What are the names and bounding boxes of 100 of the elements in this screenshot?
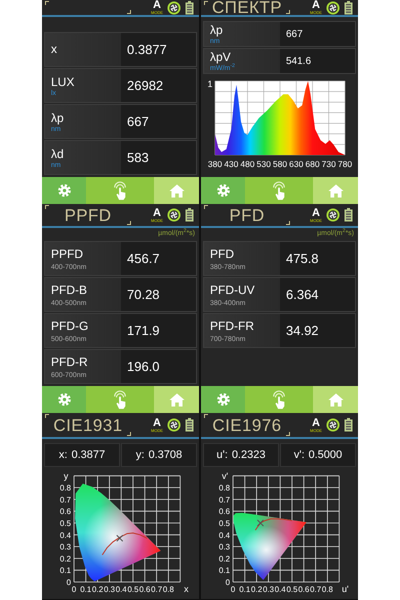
reading-label: LUX — [51, 74, 76, 90]
axis-tick-label: 0.6 — [60, 507, 71, 516]
reading-value: 667 — [127, 112, 149, 131]
axis-tick-label: 0.8 — [162, 585, 174, 594]
coordinate-label: v': — [294, 448, 304, 463]
axis-tick-label: 0.8 — [218, 484, 230, 493]
touch-button[interactable] — [245, 177, 313, 204]
axis-tick-label: 0.2 — [251, 585, 262, 594]
corner-bracket-icon — [286, 432, 290, 436]
corner-bracket-icon — [204, 414, 208, 418]
aperture-icon[interactable] — [326, 208, 340, 222]
axis-tick-label: 0.1 — [218, 566, 230, 576]
battery-icon — [344, 418, 353, 432]
settings-icon — [216, 183, 230, 198]
reading-label: PFD-G — [51, 318, 90, 334]
crosshair-marker-icon — [116, 534, 124, 542]
axis-tick-label: 430 — [224, 159, 238, 169]
reading-label: PFD-FR — [210, 318, 255, 334]
axis-tick-label: 0.3 — [60, 542, 71, 552]
reading-label: λp — [210, 23, 224, 38]
panel-title: PPFD — [64, 206, 112, 224]
reading-value: 475.8 — [286, 250, 319, 268]
aperture-icon[interactable] — [326, 0, 340, 14]
corner-bracket-icon — [45, 1, 49, 5]
axis-tick-label: 0.6 — [218, 507, 230, 516]
corner-bracket-icon — [45, 414, 49, 418]
axis-tick-label: 0.2 — [218, 554, 230, 564]
aperture-icon[interactable] — [167, 0, 181, 14]
battery-icon — [344, 208, 353, 222]
panel-title: СПЕКТР — [212, 0, 282, 16]
axis-tick-label: 680 — [305, 159, 320, 169]
axis-tick-label: 0.8 — [60, 484, 71, 493]
aperture-icon[interactable] — [167, 418, 181, 432]
corner-bracket-icon — [286, 221, 290, 225]
coordinate-label: y: — [136, 448, 144, 463]
aperture-icon[interactable] — [167, 208, 181, 222]
reading-label: PFD-R — [51, 354, 89, 370]
coordinate-label: u': — [216, 448, 228, 463]
axis-title: v' — [222, 470, 228, 481]
panel-title: PFD — [229, 206, 265, 224]
axis-tick-label: 0.2 — [60, 554, 71, 564]
crosshair-marker-icon — [256, 520, 264, 526]
corner-bracket-icon — [45, 205, 49, 209]
axis-title: u' — [342, 584, 349, 594]
axis-tick-label: 530 — [256, 159, 271, 169]
settings-icon — [56, 392, 72, 407]
corner-bracket-icon — [204, 205, 208, 209]
axis-tick-label: 0 — [72, 585, 76, 594]
axis-tick-label: 0 — [226, 578, 230, 587]
axis-tick-label: 0.4 — [218, 530, 230, 540]
touch-button[interactable] — [245, 386, 313, 413]
axis-tick-label: 0.8 — [322, 585, 333, 594]
touch-button[interactable] — [86, 386, 154, 413]
axis-tick-label: 1 — [208, 79, 212, 89]
corner-bracket-icon — [127, 10, 131, 14]
axis-tick-label: 380 — [208, 159, 222, 169]
coordinate-label: x: — [58, 448, 68, 463]
home-button[interactable] — [313, 386, 358, 413]
reading-value: 70.28 — [127, 286, 160, 304]
reading-value: 34.92 — [286, 322, 319, 340]
corner-bracket-icon — [127, 432, 131, 436]
aperture-icon[interactable] — [326, 418, 340, 432]
reading-value: 541.6 — [286, 54, 312, 68]
axis-tick-label: 0.7 — [310, 585, 322, 594]
home-button[interactable] — [154, 386, 199, 413]
axis-tick-label: 0.3 — [262, 585, 274, 594]
reading-label: λpV — [210, 50, 231, 64]
reading-value: 0.3877 — [127, 40, 167, 59]
coordinate-value: 0.5000 — [308, 448, 342, 463]
axis-tick-label: 0.1 — [80, 585, 92, 594]
planckian-locus-line — [254, 518, 292, 531]
reading-value: 26982 — [127, 76, 164, 95]
battery-icon — [185, 0, 194, 14]
axis-tick-label: 630 — [289, 159, 304, 169]
home-icon — [168, 184, 184, 198]
axis-tick-label: 0.7 — [218, 495, 230, 504]
planckian-locus-line — [102, 532, 148, 556]
coordinate-value: 0.3877 — [71, 448, 106, 463]
axis-tick-label: 0.7 — [151, 585, 162, 594]
reading-label: PFD — [210, 246, 235, 262]
axis-tick-label: 0.2 — [92, 585, 104, 594]
corner-bracket-icon — [204, 1, 208, 5]
touch-button[interactable] — [86, 177, 154, 204]
axis-title: y — [64, 470, 68, 481]
corner-bracket-icon — [127, 221, 131, 225]
axis-tick-label: 0.5 — [60, 519, 71, 528]
axis-tick-label: 0.1 — [60, 566, 71, 576]
reading-label: PFD-UV — [210, 282, 256, 298]
axis-title: x — [184, 584, 188, 594]
axis-tick-label: 0.4 — [274, 585, 286, 594]
panel-title: CIE1976 — [212, 416, 282, 434]
settings-icon — [56, 183, 72, 198]
hand-tap-icon — [112, 390, 128, 410]
reading-value: 196.0 — [127, 358, 160, 376]
hand-tap-icon — [271, 390, 287, 410]
axis-tick-label: 730 — [322, 159, 336, 169]
reading-value: 171.9 — [127, 322, 160, 340]
hand-tap-icon — [271, 180, 287, 200]
battery-icon — [185, 208, 194, 222]
axis-tick-label: 480 — [240, 159, 255, 169]
